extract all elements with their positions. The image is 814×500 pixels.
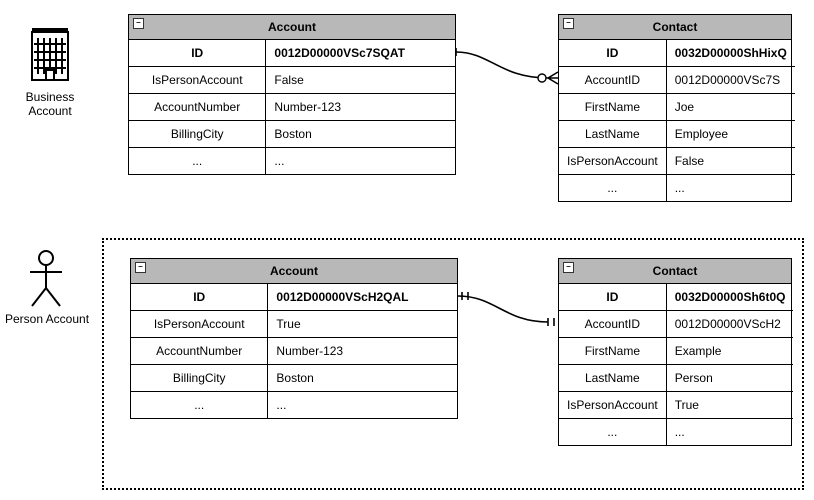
field-name: LastName (559, 121, 666, 148)
id-label: ID (559, 284, 666, 311)
entity-account-business: – Account ID 0012D00000VSc7SQAT IsPerson… (128, 14, 456, 175)
field-value: 0012D00000VScH2 (666, 311, 793, 338)
table-row: AccountNumberNumber-123 (131, 338, 457, 365)
field-value: Example (666, 338, 793, 365)
table-row: FirstNameExample (559, 338, 793, 365)
business-account-label: Business Account (18, 90, 82, 119)
table-row: FirstNameJoe (559, 94, 795, 121)
table-row: IsPersonAccountTrue (559, 392, 793, 419)
entity-account-person: – Account ID 0012D00000VScH2QAL IsPerson… (130, 258, 458, 419)
collapse-icon[interactable]: – (563, 18, 574, 29)
field-name: ... (559, 175, 666, 202)
collapse-icon[interactable]: – (563, 262, 574, 273)
field-value: Employee (666, 121, 795, 148)
building-icon (26, 28, 74, 84)
field-value: Number-123 (266, 94, 455, 121)
entity-table: ID 0032D00000ShHixQ AccountID0012D00000V… (559, 40, 795, 201)
table-row: BillingCityBoston (131, 365, 457, 392)
collapse-icon[interactable]: – (133, 18, 144, 29)
table-row: IsPersonAccountFalse (129, 67, 455, 94)
id-label: ID (131, 284, 268, 311)
table-row: IsPersonAccountFalse (559, 148, 795, 175)
id-row: ID 0012D00000VScH2QAL (131, 284, 457, 311)
field-value: False (266, 67, 455, 94)
id-row: ID 0012D00000VSc7SQAT (129, 40, 455, 67)
field-name: ... (129, 148, 266, 175)
field-name: BillingCity (129, 121, 266, 148)
field-value: True (268, 311, 457, 338)
person-account-label: Person Account (2, 312, 92, 326)
id-row: ID 0032D00000ShHixQ (559, 40, 795, 67)
table-row: IsPersonAccountTrue (131, 311, 457, 338)
field-name: AccountNumber (131, 338, 268, 365)
field-name: IsPersonAccount (559, 392, 666, 419)
entity-contact-business: – Contact ID 0032D00000ShHixQ AccountID0… (558, 14, 792, 202)
title-text: Contact (653, 20, 698, 34)
table-row: ...... (131, 392, 457, 419)
diagram-canvas: Business Account Person Account – Accoun… (0, 0, 814, 500)
field-value: Number-123 (268, 338, 457, 365)
entity-title: – Contact (559, 259, 791, 284)
title-text: Account (270, 264, 318, 278)
field-name: ... (559, 419, 666, 446)
table-row: LastNamePerson (559, 365, 793, 392)
field-value: Joe (666, 94, 795, 121)
id-value: 0032D00000ShHixQ (666, 40, 795, 67)
table-row: ...... (559, 175, 795, 202)
field-name: IsPersonAccount (559, 148, 666, 175)
table-row: AccountNumberNumber-123 (129, 94, 455, 121)
field-value: Person (666, 365, 793, 392)
field-name: FirstName (559, 338, 666, 365)
table-row: LastNameEmployee (559, 121, 795, 148)
entity-title: – Account (131, 259, 457, 284)
entity-title: – Account (129, 15, 455, 40)
collapse-icon[interactable]: – (135, 262, 146, 273)
field-name: IsPersonAccount (131, 311, 268, 338)
field-name: BillingCity (131, 365, 268, 392)
field-value: 0012D00000VSc7S (666, 67, 795, 94)
id-value: 0012D00000VSc7SQAT (266, 40, 455, 67)
field-value: False (666, 148, 795, 175)
field-value: ... (666, 419, 793, 446)
table-row: AccountID0012D00000VScH2 (559, 311, 793, 338)
entity-table: ID 0012D00000VScH2QAL IsPersonAccountTru… (131, 284, 457, 418)
field-value: True (666, 392, 793, 419)
field-value: Boston (266, 121, 455, 148)
field-name: AccountID (559, 67, 666, 94)
field-value: ... (666, 175, 795, 202)
entity-contact-person: – Contact ID 0032D00000Sh6t0Q AccountID0… (558, 258, 792, 446)
field-value: ... (266, 148, 455, 175)
id-row: ID 0032D00000Sh6t0Q (559, 284, 793, 311)
field-name: AccountNumber (129, 94, 266, 121)
entity-table: ID 0032D00000Sh6t0Q AccountID0012D00000V… (559, 284, 793, 445)
field-name: AccountID (559, 311, 666, 338)
person-icon (24, 250, 68, 308)
title-text: Contact (653, 264, 698, 278)
field-name: LastName (559, 365, 666, 392)
table-row: AccountID0012D00000VSc7S (559, 67, 795, 94)
table-row: ...... (559, 419, 793, 446)
field-value: Boston (268, 365, 457, 392)
entity-table: ID 0012D00000VSc7SQAT IsPersonAccountFal… (129, 40, 455, 174)
field-name: FirstName (559, 94, 666, 121)
title-text: Account (268, 20, 316, 34)
table-row: ...... (129, 148, 455, 175)
field-name: ... (131, 392, 268, 419)
id-value: 0012D00000VScH2QAL (268, 284, 457, 311)
id-label: ID (559, 40, 666, 67)
id-label: ID (129, 40, 266, 67)
table-row: BillingCityBoston (129, 121, 455, 148)
field-name: IsPersonAccount (129, 67, 266, 94)
id-value: 0032D00000Sh6t0Q (666, 284, 793, 311)
field-value: ... (268, 392, 457, 419)
entity-title: – Contact (559, 15, 791, 40)
